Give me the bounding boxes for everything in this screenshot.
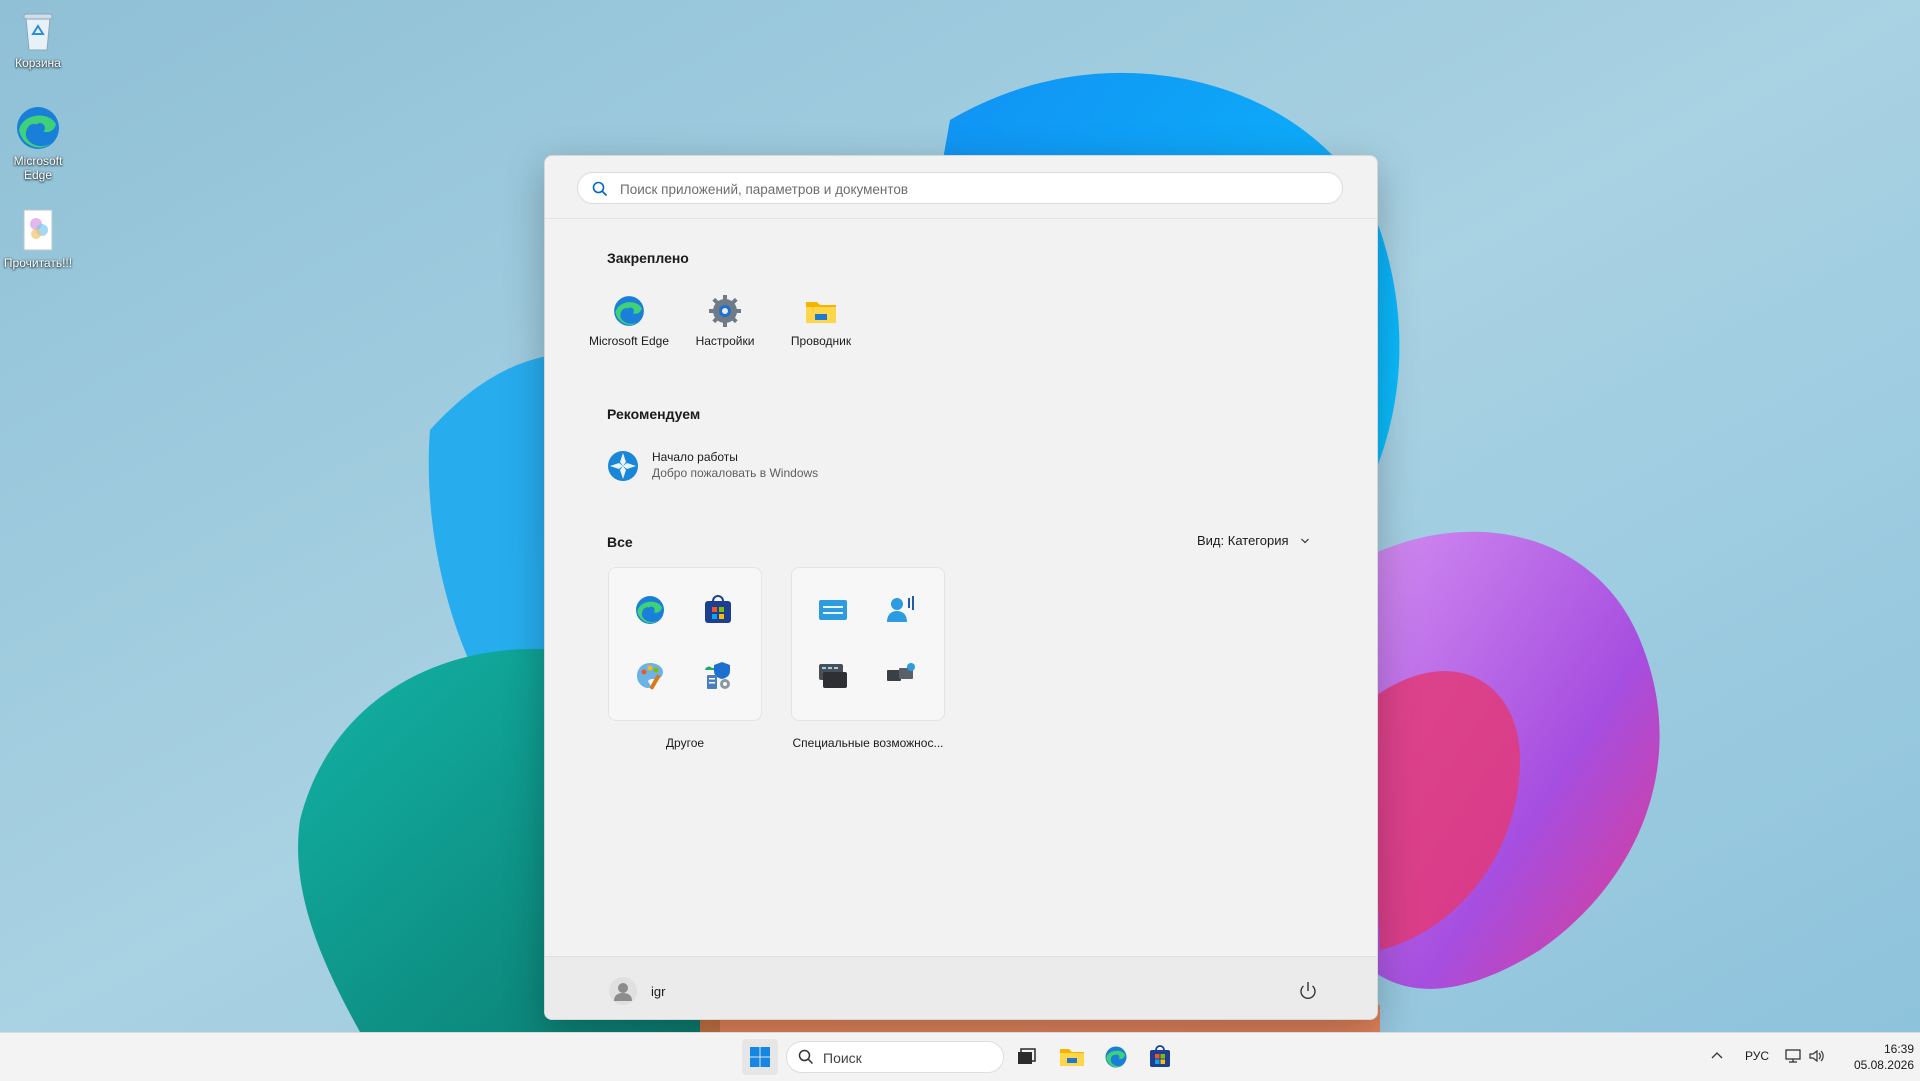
get-started-icon — [607, 450, 639, 482]
recommended-item-subtitle: Добро пожаловать в Windows — [652, 466, 819, 480]
task-view-button[interactable] — [1008, 1039, 1044, 1075]
view-select-label: Вид: Категория — [1197, 533, 1289, 548]
edge-icon — [1098, 1046, 1134, 1079]
avatar — [609, 977, 637, 1005]
power-icon — [1294, 982, 1322, 1009]
start-button[interactable] — [742, 1039, 778, 1075]
pinned-app-label: Проводник — [790, 334, 852, 348]
pinned-app-edge[interactable]: Microsoft Edge — [583, 294, 675, 348]
settings-gear-icon — [708, 294, 742, 328]
pinned-app-label: Настройки — [695, 334, 755, 348]
taskbar-store[interactable] — [1142, 1039, 1178, 1075]
start-menu-footer: igr — [545, 956, 1377, 1019]
pinned-app-settings[interactable]: Настройки — [679, 294, 771, 348]
edge-icon — [634, 594, 666, 626]
start-icon — [742, 1047, 778, 1079]
clock-time: 16:39 — [1883, 1042, 1914, 1056]
edge-icon — [14, 104, 62, 152]
system-clock[interactable]: 16:39 05.08.2026 — [1834, 1041, 1914, 1073]
recommended-item-get-started[interactable]: Начало работы Добро пожаловать в Windows — [607, 446, 1007, 486]
taskbar-search-label: Поиск — [823, 1050, 862, 1066]
desktop-icon-label: Прочитать!!! — [3, 256, 73, 270]
category-folder-other[interactable] — [608, 567, 762, 721]
file-explorer-icon — [804, 294, 838, 328]
recommended-section-title: Рекомендуем — [607, 406, 701, 422]
taskbar-search-box[interactable]: Поиск — [786, 1041, 1004, 1073]
user-name: igr — [651, 984, 666, 999]
edge-icon — [612, 294, 646, 328]
search-icon — [798, 1049, 814, 1070]
document-icon — [14, 206, 62, 254]
divider — [545, 218, 1377, 219]
windows-tools-icon — [702, 660, 734, 692]
paint-icon — [634, 660, 666, 692]
desktop-icon-label: Microsoft Edge — [13, 154, 63, 182]
pinned-section-title: Закреплено — [607, 250, 689, 266]
store-icon — [1142, 1045, 1178, 1079]
desktop-icon-edge[interactable]: Microsoft Edge — [0, 104, 76, 182]
desktop-icon-label: Корзина — [15, 56, 61, 70]
chevron-down-icon — [1300, 534, 1310, 549]
pinned-app-file-explorer[interactable]: Проводник — [775, 294, 867, 348]
task-view-icon — [1008, 1048, 1044, 1079]
view-select-dropdown[interactable]: Вид: Категория — [1197, 533, 1310, 549]
network-icon[interactable] — [1784, 1048, 1802, 1069]
start-menu: Закреплено Microsoft Edge Настройки Пров… — [544, 155, 1378, 1020]
voice-access-icon — [885, 594, 917, 626]
volume-icon[interactable] — [1808, 1048, 1826, 1069]
start-search-input[interactable] — [618, 173, 1322, 205]
category-folder-accessibility[interactable] — [791, 567, 945, 721]
on-screen-keyboard-icon — [817, 594, 849, 626]
taskbar-edge[interactable] — [1098, 1039, 1134, 1075]
file-explorer-icon — [1054, 1049, 1090, 1079]
clock-date: 05.08.2026 — [1853, 1058, 1914, 1072]
desktop-icon-document[interactable]: Прочитать!!! — [0, 206, 76, 270]
show-hidden-icons-chevron-icon[interactable] — [1710, 1049, 1724, 1068]
taskbar-file-explorer[interactable] — [1054, 1039, 1090, 1075]
recycle-bin-icon — [14, 6, 62, 54]
remote-desktop-icon — [885, 660, 917, 692]
desktop-icon-recycle-bin[interactable]: Корзина — [0, 6, 76, 70]
language-indicator[interactable]: РУС — [1745, 1049, 1769, 1063]
pinned-app-label: Microsoft Edge — [588, 334, 670, 348]
power-button[interactable] — [1294, 977, 1322, 1005]
category-label-accessibility: Специальные возможнос... — [792, 736, 944, 750]
narrator-icon — [817, 660, 849, 692]
all-apps-section-title: Все — [607, 534, 633, 550]
recommended-item-title: Начало работы — [652, 450, 738, 464]
search-icon — [592, 181, 608, 202]
start-search-box[interactable] — [577, 172, 1343, 205]
taskbar: Поиск РУС 16:39 05.08.2026 — [0, 1032, 1920, 1081]
store-icon — [702, 594, 734, 626]
category-label-other: Другое — [665, 736, 705, 750]
